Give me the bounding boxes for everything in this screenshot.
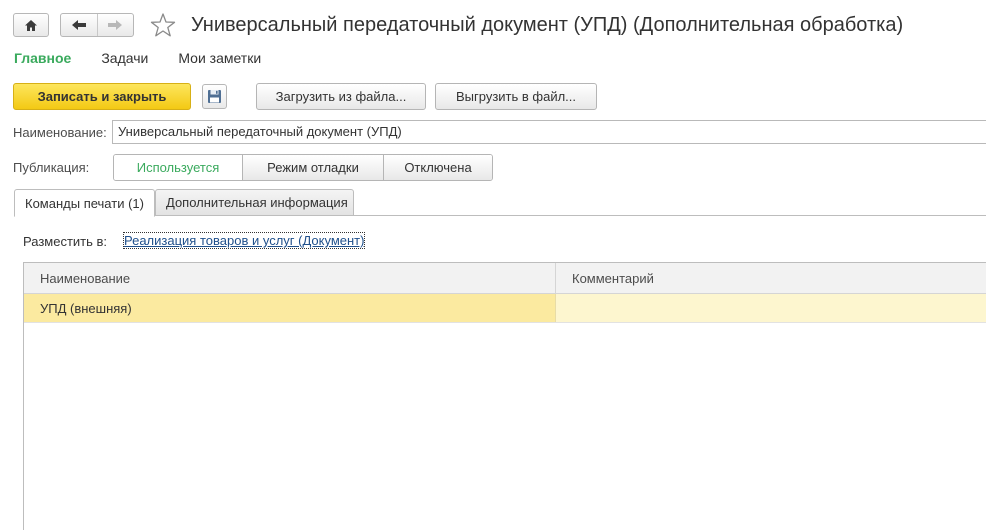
place-link[interactable]: Реализация товаров и услуг (Документ) xyxy=(122,232,366,249)
save-and-close-button[interactable]: Записать и закрыть xyxy=(13,83,191,110)
table-cell-comment[interactable] xyxy=(555,294,986,322)
star-icon[interactable] xyxy=(150,12,176,38)
publication-option-used[interactable]: Используется xyxy=(114,155,242,180)
home-icon xyxy=(25,19,37,31)
window-title: Универсальный передаточный документ (УПД… xyxy=(191,14,904,36)
tab-additional-info[interactable]: Дополнительная информация xyxy=(155,189,354,216)
table-cell-name[interactable]: УПД (внешняя) xyxy=(24,294,555,322)
name-label: Наименование: xyxy=(13,125,107,140)
tab-print-commands[interactable]: Команды печати (1) xyxy=(14,189,155,217)
back-button[interactable] xyxy=(61,14,97,36)
table-row[interactable]: УПД (внешняя) xyxy=(24,294,986,323)
publication-option-debug[interactable]: Режим отладки xyxy=(242,155,383,180)
name-input[interactable]: Универсальный передаточный документ (УПД… xyxy=(112,120,986,144)
publication-option-disabled[interactable]: Отключена xyxy=(383,155,492,180)
home-button[interactable] xyxy=(13,13,49,37)
column-header-comment[interactable]: Комментарий xyxy=(555,263,986,293)
column-header-name[interactable]: Наименование xyxy=(24,263,555,293)
table-header: Наименование Комментарий xyxy=(24,263,986,294)
print-commands-table[interactable]: Наименование Комментарий УПД (внешняя) xyxy=(23,262,986,530)
place-label: Разместить в: xyxy=(23,234,108,249)
save-button[interactable] xyxy=(202,84,227,109)
forward-button[interactable] xyxy=(96,14,134,36)
section-tasks[interactable]: Задачи xyxy=(101,50,148,66)
upload-to-file-button[interactable]: Выгрузить в файл... xyxy=(435,83,597,110)
arrow-left-icon xyxy=(71,20,86,30)
floppy-disk-icon xyxy=(208,90,221,103)
tabs-divider xyxy=(14,215,986,216)
publication-label: Публикация: xyxy=(13,160,90,175)
section-main[interactable]: Главное xyxy=(14,50,71,66)
section-panel: Главное Задачи Мои заметки xyxy=(14,50,261,66)
publication-toggle: Используется Режим отладки Отключена xyxy=(113,154,493,181)
section-notes[interactable]: Мои заметки xyxy=(178,50,261,66)
arrow-right-icon xyxy=(108,20,123,30)
load-from-file-button[interactable]: Загрузить из файла... xyxy=(256,83,426,110)
navigation-group xyxy=(60,13,134,37)
